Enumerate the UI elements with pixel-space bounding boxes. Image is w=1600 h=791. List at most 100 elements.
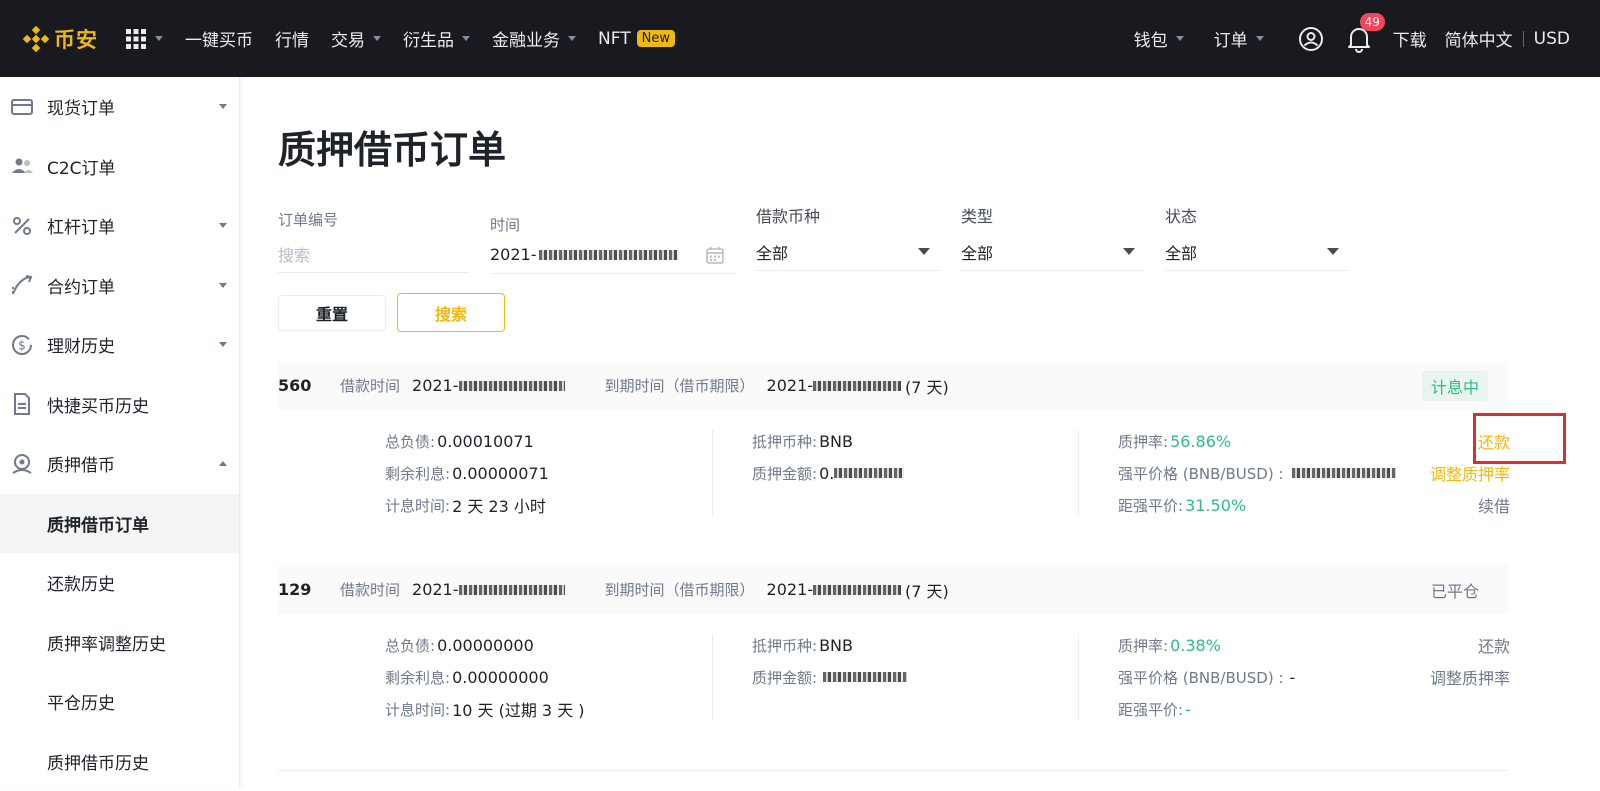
sidebar: 现货订单 C2C订单 杠杆订单 合约订单 $ 理财历史 快捷买币历史 [0, 77, 240, 788]
sidebar-item-repayment-history[interactable]: 还款历史 [0, 553, 239, 613]
order-debt-column: 总负债:0.00000000 剩余利息:0.00000000 计息时间:10 天… [385, 629, 585, 725]
sidebar-item-label: 平仓历史 [47, 689, 115, 714]
sidebar-item-label: 质押借币订单 [47, 511, 149, 536]
loan-term: (7 天) [905, 578, 949, 602]
due-time-label: 到期时间（借币期限） [605, 579, 755, 600]
repay-button[interactable]: 还款 [1430, 629, 1510, 661]
sidebar-item-label: 质押借币 [47, 451, 115, 476]
percent-icon [10, 214, 34, 238]
chevron-down-icon [219, 223, 227, 228]
logo-text: 币安 [54, 24, 98, 54]
column-divider [1078, 634, 1079, 720]
order-header: 560 借款时间 2021- 到期时间（借币期限） 2021- (7 天) 计息… [278, 361, 1508, 410]
remaining-interest-row: 剩余利息:0.00000071 [385, 457, 549, 489]
orders-menu[interactable]: 订单 [1214, 26, 1264, 51]
loan-term: (7 天) [905, 374, 949, 398]
sidebar-item-label: 质押借币历史 [47, 749, 149, 774]
due-time-value: 2021- [767, 580, 814, 599]
currency-selector[interactable]: USD [1534, 29, 1570, 49]
notifications-button[interactable]: 49 [1346, 25, 1372, 53]
sidebar-item-label: 理财历史 [47, 332, 115, 357]
redacted-value [539, 250, 679, 260]
loan-icon [10, 452, 34, 476]
order-id-placeholder: 搜索 [278, 242, 310, 266]
order-id-filter: 订单编号 搜索 [278, 209, 470, 230]
binance-logo-icon [22, 25, 50, 53]
main-nav: 一键买币 行情 交易 衍生品 金融业务 NFTNew [185, 26, 697, 51]
apps-menu-button[interactable] [125, 28, 163, 50]
order-id-input[interactable]: 搜索 [278, 235, 470, 273]
sidebar-item-quick-buy-history[interactable]: 快捷买币历史 [0, 375, 239, 435]
liquidation-distance-row: 距强平价:- [1118, 693, 1295, 725]
sidebar-item-label: 合约订单 [47, 273, 115, 298]
coin-select[interactable]: 全部 [756, 233, 940, 271]
chevron-up-icon [219, 461, 227, 466]
user-account-button[interactable] [1298, 26, 1324, 52]
status-badge: 已平仓 [1422, 575, 1488, 605]
nav-trade[interactable]: 交易 [331, 26, 381, 51]
chevron-down-icon [373, 36, 381, 41]
order-actions: 还款 调整质押率 [1430, 629, 1510, 693]
reset-button[interactable]: 重置 [278, 295, 386, 331]
sidebar-item-loan-orders[interactable]: 质押借币订单 [0, 494, 239, 554]
apps-grid-icon [125, 28, 147, 50]
collateral-coin-row: 抵押币种:BNB [752, 629, 907, 661]
svg-text:$: $ [18, 338, 26, 352]
ltv-row: 质押率:0.38% [1118, 629, 1295, 661]
binance-logo[interactable]: 币安 [22, 24, 98, 54]
order-ltv-column: 质押率:0.38% 强平价格 (BNB/BUSD) :- 距强平价:- [1118, 629, 1295, 725]
coin-label: 借款币种 [756, 203, 940, 227]
sidebar-item-c2c-orders[interactable]: C2C订单 [0, 137, 239, 197]
nav-buy-crypto[interactable]: 一键买币 [185, 26, 253, 51]
chevron-down-icon [219, 342, 227, 347]
sidebar-item-loan-history[interactable]: 质押借币历史 [0, 732, 239, 791]
extend-loan-button[interactable]: 续借 [1430, 489, 1510, 521]
nav-derivatives[interactable]: 衍生品 [403, 26, 470, 51]
sidebar-item-crypto-loans[interactable]: 质押借币 [0, 434, 239, 494]
sidebar-item-ltv-adjust-history[interactable]: 质押率调整历史 [0, 613, 239, 673]
new-badge: New [637, 30, 675, 47]
liquidation-distance-row: 距强平价:31.50% [1118, 489, 1396, 521]
right-nav: 钱包 订单 49 下载 简体中文 USD [1134, 0, 1600, 77]
calendar-icon[interactable] [706, 246, 724, 264]
nav-nft[interactable]: NFTNew [598, 29, 675, 49]
divider [278, 770, 1508, 771]
date-range-input[interactable]: 2021- [490, 236, 736, 274]
sidebar-item-label: 现货订单 [47, 94, 115, 119]
collateral-amount-row: 质押金额:0. [752, 457, 904, 489]
redacted-value [834, 468, 904, 478]
chevron-down-icon [1176, 36, 1184, 41]
wallet-icon [10, 95, 34, 119]
redacted-value [823, 672, 907, 682]
borrow-time-label: 借款时间 [340, 375, 400, 396]
sidebar-item-margin-orders[interactable]: 杠杆订单 [0, 196, 239, 256]
chevron-down-icon [1123, 248, 1135, 255]
language-selector[interactable]: 简体中文 [1445, 26, 1513, 51]
adjust-ltv-button[interactable]: 调整质押率 [1430, 661, 1510, 693]
sidebar-item-label: C2C订单 [47, 154, 116, 179]
type-select[interactable]: 全部 [961, 233, 1145, 271]
nav-finance[interactable]: 金融业务 [492, 26, 576, 51]
chevron-down-icon [568, 36, 576, 41]
nav-markets[interactable]: 行情 [275, 26, 309, 51]
coin-filter: 借款币种 全部 [756, 203, 940, 227]
redacted-value [813, 381, 901, 391]
page-title: 质押借币订单 [278, 119, 506, 174]
futures-icon [10, 273, 34, 297]
search-button[interactable]: 搜索 [397, 293, 505, 332]
sidebar-item-spot-orders[interactable]: 现货订单 [0, 77, 239, 137]
sidebar-item-futures-orders[interactable]: 合约订单 [0, 256, 239, 316]
chevron-down-icon [1327, 248, 1339, 255]
sidebar-item-liquidation-history[interactable]: 平仓历史 [0, 672, 239, 732]
wallet-menu[interactable]: 钱包 [1134, 26, 1184, 51]
column-divider [712, 634, 713, 720]
redacted-value [459, 585, 565, 595]
status-select[interactable]: 全部 [1165, 233, 1349, 271]
sidebar-item-label: 杠杆订单 [47, 213, 115, 238]
sidebar-item-earn-history[interactable]: $ 理财历史 [0, 315, 239, 375]
type-label: 类型 [961, 203, 1145, 227]
order-id: 560 [278, 376, 340, 395]
sidebar-item-label: 还款历史 [47, 570, 115, 595]
download-link[interactable]: 下载 [1393, 26, 1427, 51]
accrual-time-row: 计息时间:2 天 23 小时 [385, 489, 549, 521]
